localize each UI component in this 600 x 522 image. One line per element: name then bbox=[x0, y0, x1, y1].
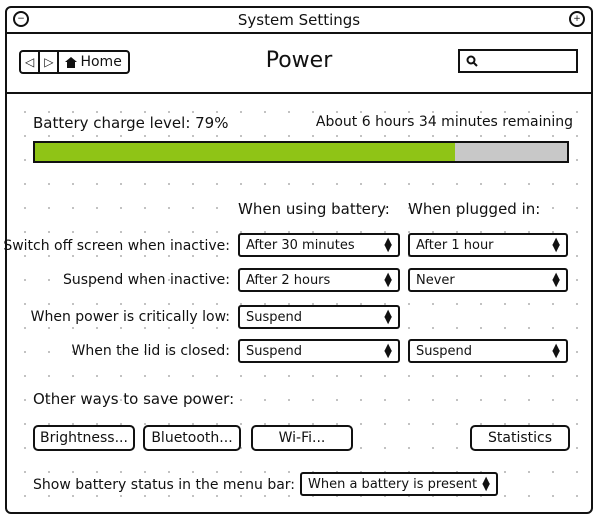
select-value: Suspend bbox=[246, 343, 303, 359]
updown-arrows-icon: ▲ ▼ bbox=[482, 475, 490, 493]
lid-plugged-select[interactable]: Suspend ▲ ▼ bbox=[408, 339, 568, 363]
column-header-plugged: When plugged in: bbox=[408, 200, 541, 218]
screen-off-plugged-select[interactable]: After 1 hour ▲ ▼ bbox=[408, 233, 568, 257]
menubar-select[interactable]: When a battery is present ▲ ▼ bbox=[300, 472, 498, 496]
wifi-button[interactable]: Wi-Fi... bbox=[251, 425, 353, 451]
menubar-label: Show battery status in the menu bar: bbox=[33, 477, 296, 493]
select-value: Never bbox=[416, 272, 455, 288]
updown-arrows-icon: ▲ ▼ bbox=[384, 308, 392, 326]
row-label-suspend: Suspend when inactive: bbox=[62, 272, 230, 288]
critical-battery-select[interactable]: Suspend ▲ ▼ bbox=[238, 305, 400, 329]
toolbar: ◁ ▷ Home Power bbox=[7, 34, 591, 94]
close-icon[interactable]: − bbox=[13, 11, 29, 27]
row-label-screen-off: Switch off screen when inactive: bbox=[3, 238, 230, 254]
select-value: Suspend bbox=[246, 309, 303, 325]
select-value: After 1 hour bbox=[416, 237, 494, 253]
battery-remaining-label: About 6 hours 34 minutes remaining bbox=[315, 114, 573, 130]
row-label-critical: When power is critically low: bbox=[30, 309, 230, 325]
settings-window: − System Settings + ◁ ▷ Home Power Batte… bbox=[3, 6, 593, 514]
column-header-battery: When using battery: bbox=[238, 200, 390, 218]
updown-arrows-icon: ▲ ▼ bbox=[552, 271, 560, 289]
title-bar: − System Settings + bbox=[7, 8, 591, 34]
screen-off-battery-select[interactable]: After 30 minutes ▲ ▼ bbox=[238, 233, 400, 257]
search-input[interactable] bbox=[478, 53, 572, 69]
suspend-plugged-select[interactable]: Never ▲ ▼ bbox=[408, 268, 568, 292]
lid-battery-select[interactable]: Suspend ▲ ▼ bbox=[238, 339, 400, 363]
power-panel: Battery charge level: 79% About 6 hours … bbox=[3, 94, 591, 512]
updown-arrows-icon: ▲ ▼ bbox=[384, 342, 392, 360]
updown-arrows-icon: ▲ ▼ bbox=[552, 236, 560, 254]
updown-arrows-icon: ▲ ▼ bbox=[384, 271, 392, 289]
row-label-lid: When the lid is closed: bbox=[71, 343, 231, 359]
bluetooth-button[interactable]: Bluetooth... bbox=[143, 425, 241, 451]
brightness-button[interactable]: Brightness... bbox=[33, 425, 135, 451]
battery-charge-label: Battery charge level: 79% bbox=[33, 114, 229, 132]
search-icon bbox=[466, 55, 478, 67]
other-ways-label: Other ways to save power: bbox=[33, 390, 235, 408]
maximize-icon[interactable]: + bbox=[569, 11, 585, 27]
suspend-battery-select[interactable]: After 2 hours ▲ ▼ bbox=[238, 268, 400, 292]
battery-level-fill bbox=[35, 143, 456, 161]
updown-arrows-icon: ▲ ▼ bbox=[552, 342, 560, 360]
select-value: Suspend bbox=[416, 343, 473, 359]
window-title: System Settings bbox=[237, 11, 361, 29]
search-box[interactable] bbox=[458, 49, 578, 73]
statistics-button[interactable]: Statistics bbox=[470, 425, 570, 451]
select-value: After 30 minutes bbox=[246, 237, 355, 253]
updown-arrows-icon: ▲ ▼ bbox=[384, 236, 392, 254]
select-value: After 2 hours bbox=[246, 272, 331, 288]
battery-level-bar bbox=[33, 141, 569, 163]
select-value: When a battery is present bbox=[308, 476, 478, 492]
